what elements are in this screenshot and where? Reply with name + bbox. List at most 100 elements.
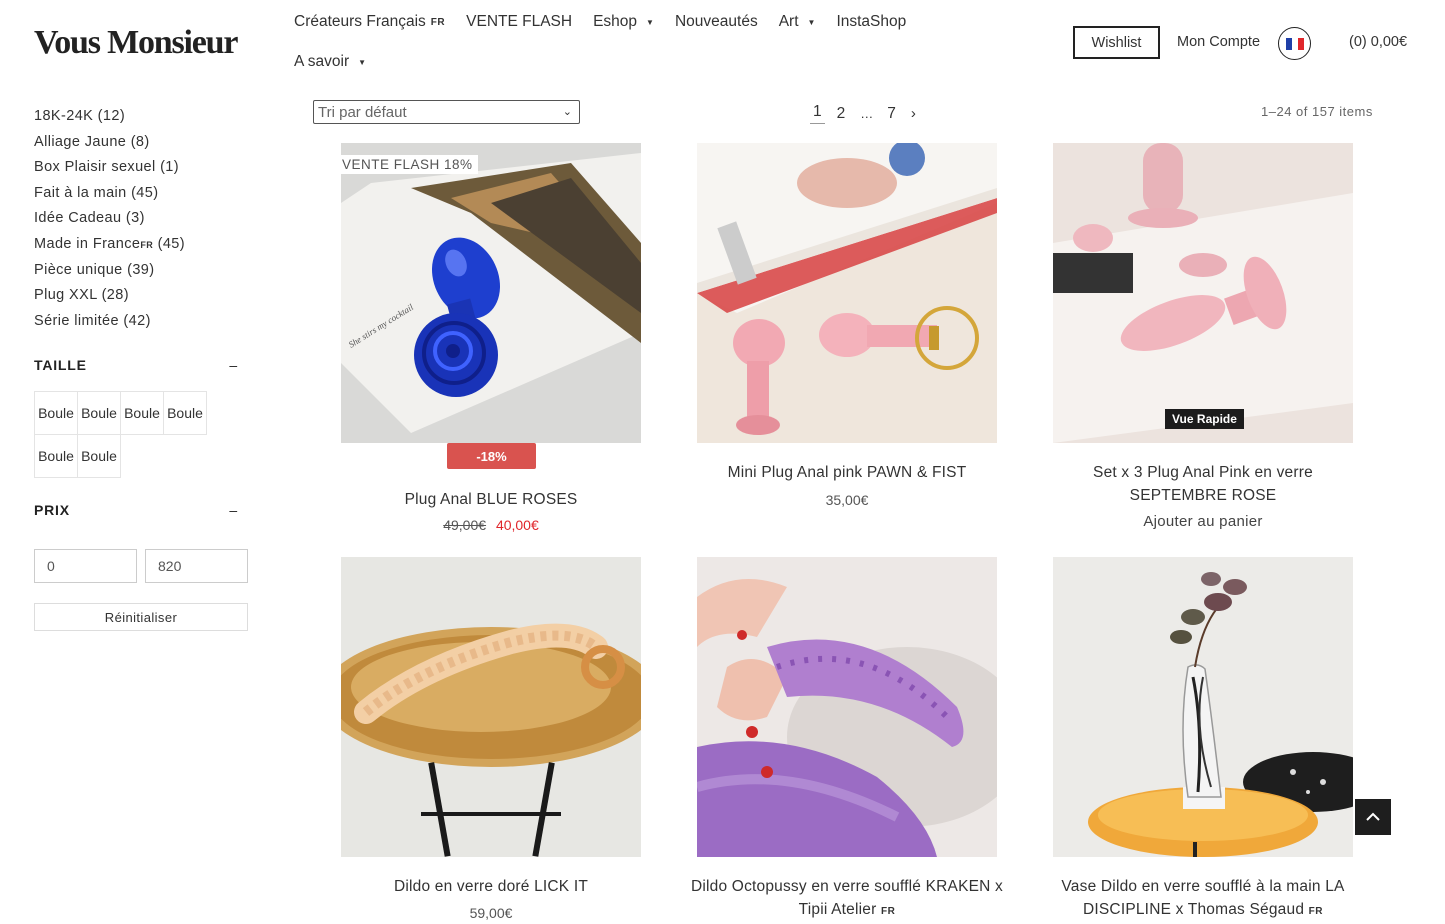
flag-stripe-red (1297, 37, 1304, 50)
size-chip[interactable]: Boule (77, 434, 121, 478)
category-piece-unique[interactable]: Pièce unique (39) (34, 261, 248, 287)
nav-item-a-savoir[interactable]: A savoir ▼ (294, 53, 366, 71)
category-plug-xxl[interactable]: Plug XXL (28) (34, 286, 248, 312)
fr-flag-label: FR (881, 906, 896, 917)
page-ellipsis: … (860, 106, 874, 121)
main-nav: Créateurs Français FR VENTE FLASH Eshop … (294, 12, 934, 92)
sort-label: Tri par défaut (318, 103, 407, 121)
product-image-blue-roses[interactable]: She stirs my cocktail (341, 143, 641, 443)
category-count: (28) (101, 287, 129, 304)
category-label: Fait à la main (34, 184, 127, 201)
wishlist-button[interactable]: Wishlist (1073, 26, 1160, 59)
category-idee-cadeau[interactable]: Idée Cadeau (3) (34, 209, 248, 235)
prix-header: PRIX – (34, 502, 248, 518)
nav-label: A savoir (294, 53, 350, 70)
pagination: 1 2 … 7 › (810, 103, 916, 124)
category-label: Idée Cadeau (34, 210, 122, 227)
product-title[interactable]: Plug Anal BLUE ROSES (341, 488, 641, 511)
product-image-septembre-rose[interactable] (1053, 143, 1353, 443)
size-options: Boule Boule Boule Boule Boule Boule (34, 391, 212, 478)
category-count: (12) (97, 108, 126, 124)
nav-item-vente-flash[interactable]: VENTE FLASH (466, 13, 572, 31)
category-count: (39) (127, 261, 155, 278)
product-title[interactable]: Dildo Octopussy en verre soufflé KRAKEN … (690, 875, 1004, 923)
nav-row-1: Créateurs Français FR VENTE FLASH Eshop … (294, 12, 934, 32)
nav-label: Eshop (593, 13, 638, 30)
back-to-top-button[interactable] (1355, 799, 1391, 835)
fr-flag-label: FR (430, 16, 446, 28)
vase-dildo-image (1053, 557, 1353, 857)
product-image-kraken[interactable] (697, 557, 997, 857)
nav-item-nouveautes[interactable]: Nouveautés (675, 13, 758, 31)
result-count: 1–24 of 157 items (1261, 104, 1373, 119)
category-count: (42) (123, 312, 151, 329)
product-title[interactable]: Dildo en verre doré LICK IT (341, 875, 641, 898)
reset-filters-button[interactable]: Réinitialiser (34, 603, 248, 631)
product-title-text: Dildo Octopussy en verre soufflé KRAKEN … (690, 878, 1004, 918)
page-1[interactable]: 1 (810, 103, 825, 124)
nav-item-eshop[interactable]: Eshop ▼ (593, 13, 654, 31)
category-18k-24k[interactable]: 18K-24K (12) (34, 107, 248, 133)
chevron-down-icon: ⌄ (562, 106, 572, 118)
product-title[interactable]: Vase Dildo en verre soufflé à la main LA… (1053, 875, 1353, 923)
category-count: (1) (160, 159, 179, 176)
price-min-input[interactable] (34, 549, 137, 583)
quick-view-button[interactable]: Vue Rapide (1165, 409, 1244, 429)
nav-item-createurs[interactable]: Créateurs Français FR (294, 13, 445, 31)
size-chip[interactable]: Boule (163, 391, 207, 435)
collapse-icon[interactable]: – (229, 357, 238, 373)
size-chip[interactable]: Boule (34, 434, 78, 478)
gold-dildo-image (341, 557, 641, 857)
size-chip[interactable]: Boule (77, 391, 121, 435)
language-flag-button[interactable] (1278, 27, 1311, 60)
category-count: (45) (131, 184, 159, 201)
cart-summary[interactable]: (0) 0,00€ (1349, 34, 1407, 50)
product-image-la-discipline[interactable] (1053, 557, 1353, 857)
category-label: Box Plaisir sexuel (34, 159, 156, 176)
category-box-plaisir[interactable]: Box Plaisir sexuel (1) (34, 158, 248, 184)
pink-plug-image (697, 143, 997, 443)
product-image-pawn-fist[interactable] (697, 143, 997, 443)
size-chip[interactable]: Boule (120, 391, 164, 435)
old-price: 49,00€ (443, 517, 487, 533)
nav-label: VENTE FLASH (466, 13, 573, 30)
size-chip[interactable]: Boule (34, 391, 78, 435)
product-title[interactable]: Set x 3 Plug Anal Pink en verre SEPTEMBR… (1046, 461, 1360, 507)
category-label: 18K-24K (34, 108, 94, 124)
page-2[interactable]: 2 (837, 105, 846, 123)
category-label: Pièce unique (34, 261, 123, 278)
product-title[interactable]: Mini Plug Anal pink PAWN & FIST (697, 461, 997, 484)
product-price: 49,00€ 40,00€ (341, 517, 641, 533)
fr-flag-label: FR (140, 239, 154, 250)
page-7[interactable]: 7 (887, 105, 896, 123)
category-fait-main[interactable]: Fait à la main (45) (34, 184, 248, 210)
blue-rose-plug-image: She stirs my cocktail (341, 143, 641, 443)
taille-title: TAILLE (34, 357, 87, 373)
price-max-input[interactable] (145, 549, 248, 583)
nav-item-art[interactable]: Art ▼ (779, 13, 816, 31)
category-label: Plug XXL (34, 287, 98, 304)
flash-sale-badge: VENTE FLASH 18% (337, 155, 478, 174)
taille-header: TAILLE – (34, 357, 248, 373)
prix-title: PRIX (34, 502, 70, 518)
product-price: 59,00€ (469, 905, 513, 921)
category-count: (8) (130, 133, 150, 150)
sort-select[interactable]: Tri par défaut ⌄ (313, 100, 580, 124)
add-to-cart-button[interactable]: Ajouter au panier (1053, 513, 1353, 530)
chevron-right-icon[interactable]: › (911, 105, 916, 122)
account-link[interactable]: Mon Compte (1177, 34, 1260, 50)
caret-down-icon: ▼ (807, 17, 816, 27)
category-alliage-jaune[interactable]: Alliage Jaune (8) (34, 133, 248, 159)
product-price: 35,00€ (825, 492, 869, 508)
product-title-text: Vase Dildo en verre soufflé à la main LA… (1061, 878, 1345, 918)
nav-label: Créateurs Français (294, 13, 426, 30)
collapse-icon[interactable]: – (229, 502, 238, 518)
category-made-in-france[interactable]: Made in FranceFR (45) (34, 235, 248, 261)
nav-label: InstaShop (836, 13, 907, 30)
product-image-lick-it[interactable] (341, 557, 641, 857)
nav-item-instashop[interactable]: InstaShop (836, 13, 906, 31)
category-serie-limitee[interactable]: Série limitée (42) (34, 312, 248, 338)
french-flag-icon (1285, 37, 1304, 50)
site-logo[interactable]: Vous Monsieur (34, 24, 238, 62)
nav-row-2: A savoir ▼ (294, 52, 934, 72)
